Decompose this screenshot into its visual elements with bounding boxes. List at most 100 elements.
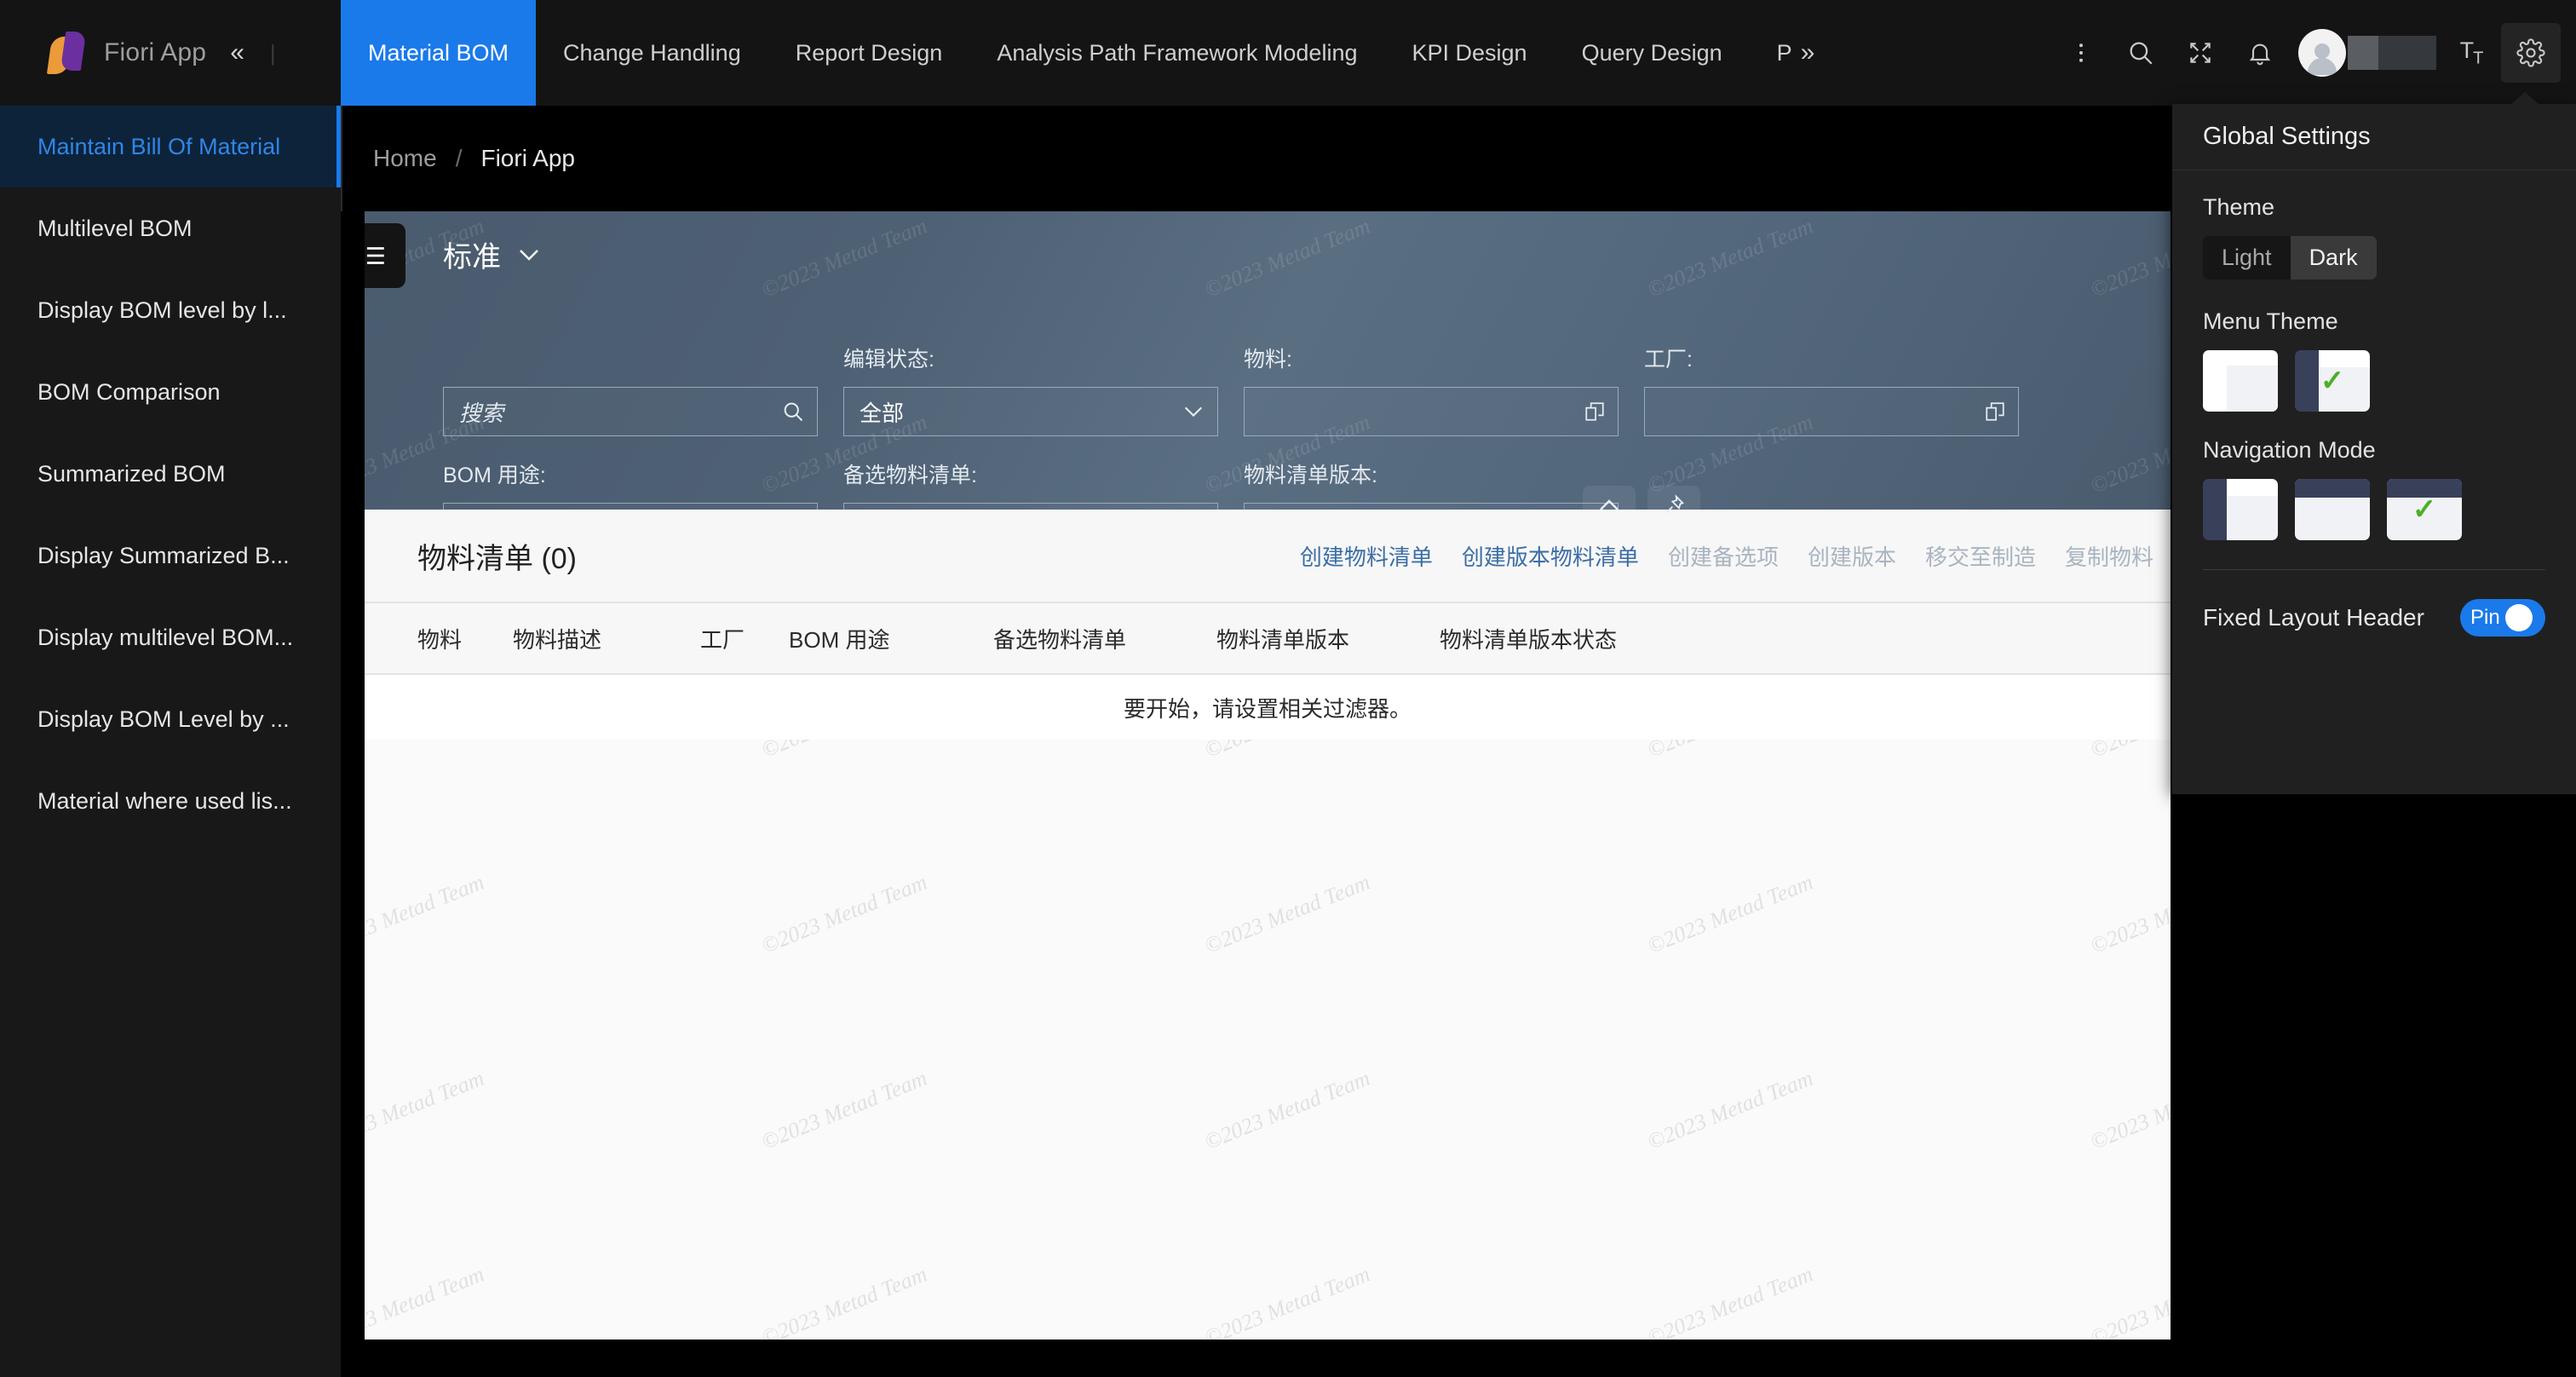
main-nav: Material BOM Change Handling Report Desi…	[341, 0, 2051, 106]
variant-selector[interactable]: 标准	[443, 233, 542, 275]
top-bar-actions: TT	[2051, 0, 2576, 106]
filter-label: BOM 用途:	[443, 464, 546, 487]
edit-status-select[interactable]: 全部	[843, 387, 1218, 436]
nav-mode-mixed-thumb[interactable]: ✓	[2387, 479, 2462, 540]
username-blurred	[2348, 36, 2436, 70]
sidebar-item-bom-comparison[interactable]: BOM Comparison	[0, 351, 341, 433]
toggle-knob	[2504, 604, 2533, 631]
text-size-icon[interactable]: TT	[2441, 23, 2501, 83]
nav-mode-top-thumb[interactable]	[2295, 479, 2370, 540]
menu-theme-options: ✓	[2203, 350, 2545, 412]
sidebar-item-display-multilevel-bom[interactable]: Display multilevel BOM...	[0, 596, 341, 678]
nav-item-report-design[interactable]: Report Design	[768, 0, 970, 106]
sidebar-item-label: Material where used lis...	[37, 787, 292, 814]
column-header-bom-usage[interactable]: BOM 用途	[789, 623, 993, 654]
chevrons-left-icon[interactable]: «	[230, 38, 244, 67]
pin-icon[interactable]	[1647, 486, 1700, 525]
column-header-bom-version-status[interactable]: 物料清单版本状态	[1440, 623, 1695, 654]
nav-item-change-handling[interactable]: Change Handling	[536, 0, 768, 106]
edit-status-value: 全部	[860, 400, 905, 426]
nav-item-truncated[interactable]: P	[1750, 0, 1797, 106]
search-icon[interactable]	[2111, 23, 2171, 83]
plant-input[interactable]	[1644, 387, 2019, 436]
create-alternative-button: 创建备选项	[1667, 544, 1779, 570]
menu-theme-light-thumb[interactable]	[2203, 350, 2278, 412]
nav-item-analysis-path-framework-modeling[interactable]: Analysis Path Framework Modeling	[969, 0, 1384, 106]
nav-label: Report Design	[795, 39, 943, 66]
nav-label: Change Handling	[563, 39, 741, 66]
theme-option-dark[interactable]: Dark	[2290, 236, 2377, 279]
column-header-plant[interactable]: 工厂	[700, 623, 789, 654]
sidebar-item-display-bom-level-by[interactable]: Display BOM Level by ...	[0, 678, 341, 760]
bulleted-list-icon[interactable]	[365, 223, 405, 288]
check-icon: ✓	[2412, 493, 2437, 526]
create-bom-button[interactable]: 创建物料清单	[1300, 540, 1433, 572]
chevron-down-icon[interactable]	[1182, 403, 1205, 420]
brand-divider: |	[269, 39, 276, 66]
gear-icon[interactable]	[2501, 23, 2561, 83]
filter-search-cell: 搜索	[443, 336, 818, 436]
filter-label: 备选物料清单:	[843, 464, 977, 487]
sidebar-item-label: Display multilevel BOM...	[37, 624, 294, 650]
table-empty-fill: ©2023 Metad Team ©2023 Metad Team ©2023 Me…	[365, 740, 2171, 1340]
value-help-icon[interactable]	[1584, 400, 1606, 423]
column-header-alternative-bom[interactable]: 备选物料清单	[993, 623, 1216, 654]
global-settings-panel: Global Settings Theme Light Dark Menu Th…	[2172, 92, 2576, 794]
chevron-up-icon[interactable]	[1583, 486, 1636, 525]
create-version-bom-button[interactable]: 创建版本物料清单	[1462, 540, 1639, 572]
breadcrumb-item-home[interactable]: Home	[373, 145, 437, 172]
app-logo-icon	[46, 32, 87, 74]
avatar[interactable]	[2298, 29, 2346, 77]
material-input[interactable]	[1244, 387, 1619, 436]
navigation-mode-label: Navigation Mode	[2203, 437, 2376, 463]
value-help-icon[interactable]	[1984, 400, 2006, 423]
bell-icon[interactable]	[2230, 23, 2290, 83]
filter-label: 编辑状态:	[843, 348, 934, 372]
sidebar-item-label: Display BOM Level by ...	[37, 706, 290, 732]
sidebar-item-label: BOM Comparison	[37, 378, 221, 405]
navigation-mode-options: ✓	[2203, 479, 2545, 540]
more-vertical-icon[interactable]	[2051, 23, 2111, 83]
create-version-button: 创建版本	[1807, 544, 1896, 570]
sidebar-item-display-bom-level-by-level[interactable]: Display BOM level by l...	[0, 269, 341, 351]
search-placeholder: 搜索	[459, 400, 504, 426]
fullscreen-icon[interactable]	[2171, 23, 2230, 83]
nav-mode-side-thumb[interactable]	[2203, 479, 2278, 540]
app-title: Fiori App	[104, 38, 207, 66]
menu-theme-dark-thumb[interactable]: ✓	[2295, 350, 2370, 412]
fixed-layout-header-toggle[interactable]: Pin	[2460, 599, 2545, 637]
sidebar-item-label: Display Summarized B...	[37, 542, 290, 568]
theme-option-light[interactable]: Light	[2203, 236, 2291, 279]
sidebar-item-material-where-used-list[interactable]: Material where used lis...	[0, 760, 341, 842]
filter-plant-cell: 工厂:	[1644, 336, 2019, 436]
sidebar-item-maintain-bill-of-material[interactable]: Maintain Bill Of Material	[0, 106, 341, 187]
user-area[interactable]	[2298, 29, 2436, 77]
page-content: ©2023 Metad Team©2023 Metad Team©2023 Me…	[365, 211, 2171, 1340]
column-header-material-description[interactable]: 物料描述	[513, 623, 700, 654]
search-input[interactable]: 搜索	[443, 387, 818, 436]
sidebar-item-display-summarized-bom[interactable]: Display Summarized B...	[0, 515, 341, 596]
search-icon[interactable]	[781, 400, 805, 423]
chevrons-right-icon[interactable]: »	[1797, 0, 1829, 106]
column-header-bom-version[interactable]: 物料清单版本	[1216, 623, 1440, 654]
toggle-label: Pin	[2470, 606, 2500, 629]
nav-item-kpi-design[interactable]: KPI Design	[1384, 0, 1554, 106]
nav-item-query-design[interactable]: Query Design	[1555, 0, 1750, 106]
theme-segmented-control: Light Dark	[2203, 236, 2377, 279]
nav-label: Material BOM	[368, 39, 509, 66]
brand-area: Fiori App « |	[0, 0, 341, 106]
sidebar-item-multilevel-bom[interactable]: Multilevel BOM	[0, 187, 341, 269]
nav-item-material-bom[interactable]: Material BOM	[341, 0, 537, 106]
filter-label: 物料:	[1244, 348, 1292, 372]
settings-title: Global Settings	[2172, 104, 2576, 170]
nav-label: Analysis Path Framework Modeling	[997, 39, 1358, 66]
nav-label: KPI Design	[1412, 39, 1527, 66]
sidebar-item-label: Multilevel BOM	[37, 215, 193, 241]
filter-edit-status-cell: 编辑状态: 全部	[843, 336, 1218, 436]
column-header-material[interactable]: 物料	[417, 623, 513, 654]
chevron-down-icon	[520, 249, 538, 261]
settings-body: Theme Light Dark Menu Theme ✓ Navigation…	[2172, 170, 2576, 637]
sidebar-item-summarized-bom[interactable]: Summarized BOM	[0, 433, 341, 515]
table-actions: 创建物料清单 创建版本物料清单 创建备选项 创建版本 移交至制造 复制物料	[1300, 540, 2171, 572]
breadcrumb-item-fiori-app: Fiori App	[480, 145, 575, 171]
